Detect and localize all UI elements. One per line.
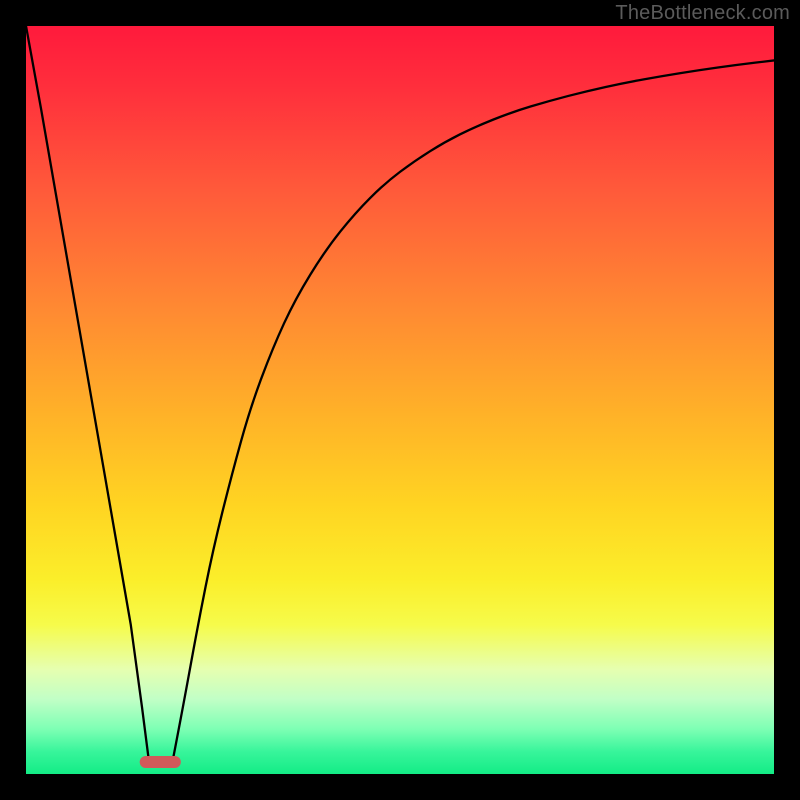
watermark-text: TheBottleneck.com bbox=[615, 2, 790, 25]
curve-layer bbox=[26, 26, 774, 774]
right-branch-line bbox=[172, 60, 774, 765]
minimum-marker bbox=[140, 756, 181, 768]
chart-frame: TheBottleneck.com bbox=[0, 0, 800, 800]
plot-area bbox=[26, 26, 774, 774]
left-branch-line bbox=[26, 26, 149, 765]
